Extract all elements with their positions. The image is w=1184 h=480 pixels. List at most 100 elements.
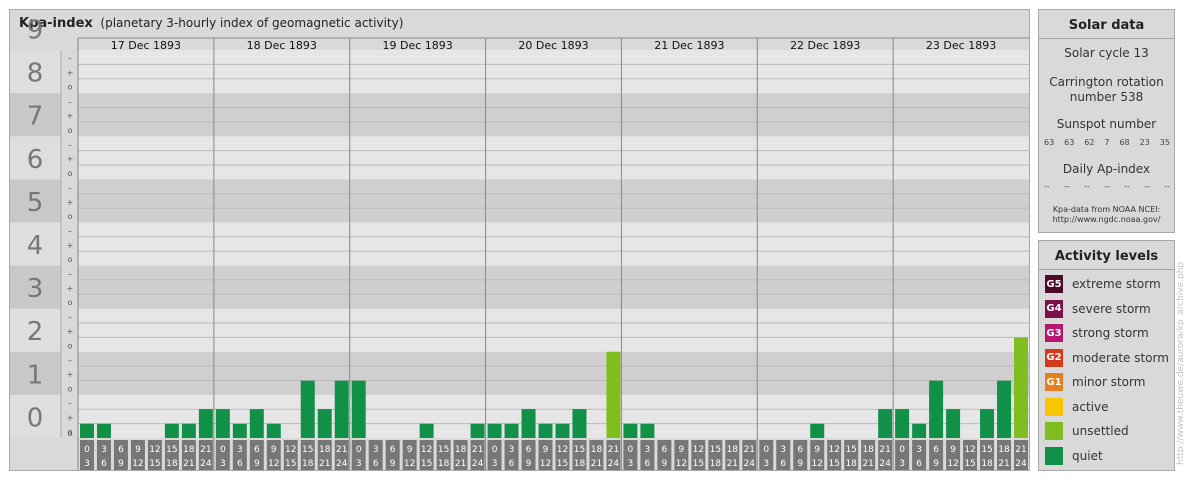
minor-tick-label: o <box>68 83 73 92</box>
activity-level-label: strong storm <box>1072 326 1149 340</box>
time-label-end: 21 <box>727 459 738 469</box>
minor-tick-label: + <box>67 155 74 164</box>
time-label-end: 21 <box>319 459 330 469</box>
time-label-end: 15 <box>149 459 160 469</box>
ap-value-6: -- <box>1144 182 1150 191</box>
time-label-start: 3 <box>101 445 107 455</box>
kp-bar <box>1014 337 1028 438</box>
minor-tick-label: o <box>68 298 73 307</box>
time-label-start: 6 <box>118 445 124 455</box>
time-label-start: 9 <box>271 445 277 455</box>
kp-bar <box>419 423 434 438</box>
kp-bar <box>334 380 349 438</box>
activity-level-strong-storm: G3 strong storm <box>1045 323 1149 343</box>
kp-bar <box>997 380 1012 438</box>
time-label-start: 0 <box>899 445 905 455</box>
solar-data-title: Solar data <box>1068 18 1145 33</box>
time-label-start: 21 <box>744 445 755 455</box>
time-label-end: 15 <box>557 459 568 469</box>
kp-bar <box>249 409 264 438</box>
time-label-start: 18 <box>591 445 603 455</box>
time-label-end: 3 <box>356 459 362 469</box>
time-label-start: 6 <box>390 445 396 455</box>
kp-bar <box>623 423 638 438</box>
time-label-start: 0 <box>628 445 634 455</box>
minor-tick-label: o <box>68 255 73 264</box>
time-label-end: 18 <box>438 459 450 469</box>
time-label-start: 9 <box>407 445 413 455</box>
time-label-end: 24 <box>608 459 620 469</box>
kp-bar <box>555 423 570 438</box>
time-label-end: 6 <box>916 459 922 469</box>
y-tick-label: 8 <box>27 59 44 89</box>
swatch-severe-storm: G4 <box>1045 299 1063 318</box>
time-label-end: 3 <box>220 459 226 469</box>
day-label: 23 Dec 1893 <box>926 39 996 52</box>
sunspot-value-1: 63 <box>1044 138 1055 147</box>
y-tick-label: 0 <box>27 403 44 433</box>
time-label-end: 21 <box>455 459 466 469</box>
minor-tick-label: o <box>68 384 73 393</box>
time-label-start: 18 <box>319 445 331 455</box>
time-label-start: 15 <box>438 445 449 455</box>
kpa-bar-chart: 0123456789o+–o+–o+–o+–o+–o+–o+–o+–o+–o17… <box>10 15 1029 470</box>
time-label-start: 12 <box>149 445 160 455</box>
time-label-end: 18 <box>166 459 178 469</box>
minor-tick-label: – <box>68 356 72 365</box>
time-label-start: 15 <box>166 445 177 455</box>
kp-band <box>78 136 1029 180</box>
minor-tick-label: o <box>68 341 73 350</box>
minor-tick-label: – <box>68 97 72 106</box>
time-label-start: 12 <box>693 445 704 455</box>
swatch-minor-storm: G1 <box>1045 373 1063 391</box>
minor-tick-label: + <box>67 370 74 379</box>
time-label-end: 24 <box>336 459 348 469</box>
activity-levels-panel: Activity levels G5 extreme storm G4 severe … <box>1038 240 1175 471</box>
time-label-start: 15 <box>302 445 313 455</box>
kp-bar <box>232 423 247 438</box>
time-label-start: 6 <box>254 445 260 455</box>
sunspot-value-6: 23 <box>1139 138 1150 147</box>
time-label-start: 12 <box>557 445 568 455</box>
time-label-end: 12 <box>811 459 822 469</box>
time-label-start: 6 <box>933 445 939 455</box>
activity-level-label: severe storm <box>1072 301 1151 316</box>
time-label-end: 15 <box>828 459 839 469</box>
time-label-end: 21 <box>862 459 873 469</box>
kp-band <box>78 179 1029 223</box>
time-label-end: 6 <box>373 459 379 469</box>
time-label-start: 0 <box>763 445 769 455</box>
time-label-start: 21 <box>1015 445 1026 455</box>
kp-bar <box>810 423 825 438</box>
kp-bar <box>300 380 315 438</box>
swatch-active <box>1045 397 1063 416</box>
time-label-start: 0 <box>220 445 226 455</box>
minor-tick-label: + <box>67 112 74 121</box>
kp-bar <box>96 423 111 438</box>
y-tick-label: 5 <box>27 188 44 218</box>
sunspot-value-4: 7 <box>1104 138 1110 147</box>
kp-bar <box>946 409 961 438</box>
kp-band <box>78 50 1029 94</box>
time-label-start: 15 <box>574 445 585 455</box>
kp-bar <box>521 409 536 438</box>
kp-bar <box>640 423 655 438</box>
minor-tick-label: o <box>68 212 73 221</box>
sunspot-value-3: 62 <box>1084 138 1095 147</box>
y-tick-label: 1 <box>27 360 44 390</box>
kp-band <box>78 93 1029 137</box>
kp-bar <box>198 409 213 438</box>
carrington-rotation: Carrington rotation number 538 <box>1049 75 1164 104</box>
time-label-end: 3 <box>763 459 769 469</box>
sunspot-values: 63 63 62 7 68 23 35 <box>1044 138 1170 147</box>
activity-level-label: moderate storm <box>1072 350 1169 365</box>
time-label-end: 24 <box>200 459 212 469</box>
swatch-extreme-storm: G5 <box>1045 275 1063 293</box>
kp-bar <box>980 409 995 438</box>
time-label-end: 9 <box>662 459 668 469</box>
time-label-start: 12 <box>421 445 432 455</box>
kp-bar <box>504 423 519 438</box>
time-label-start: 15 <box>981 445 992 455</box>
time-label-start: 21 <box>200 445 211 455</box>
sunspot-label: Sunspot number <box>1056 117 1157 131</box>
